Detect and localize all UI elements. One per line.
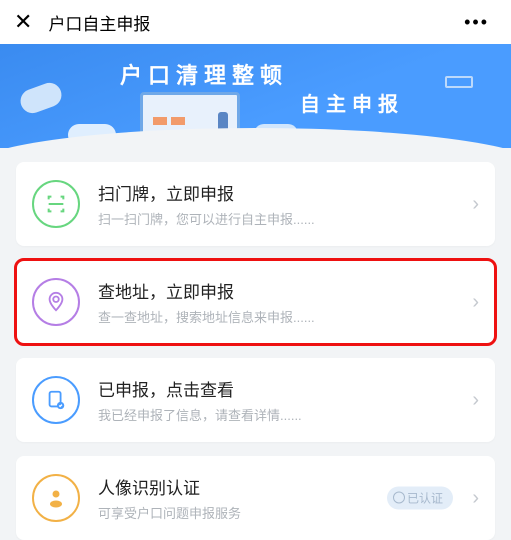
card-reported[interactable]: 已申报，点击查看 我已经申报了信息，请查看详情...... › <box>16 358 495 442</box>
cloud-graphic <box>17 80 65 117</box>
card-search-address[interactable]: 查地址，立即申报 查一查地址，搜索地址信息来申报...... › <box>16 260 495 344</box>
app-header: ✕ 户口自主申报 ••• <box>0 0 511 44</box>
card-face-id[interactable]: 人像识别认证 可享受户口问题申报服务 已认证 › <box>16 456 495 540</box>
card-text: 已申报，点击查看 我已经申报了信息，请查看详情...... <box>98 376 454 424</box>
document-check-icon <box>32 376 80 424</box>
card-scan[interactable]: 扫门牌，立即申报 扫一扫门牌，您可以进行自主申报...... › <box>16 162 495 246</box>
card-text: 扫门牌，立即申报 扫一扫门牌，您可以进行自主申报...... <box>98 180 454 228</box>
dashboard-graphic <box>445 76 473 88</box>
card-title: 查地址，立即申报 <box>98 278 454 303</box>
banner-title-line2: 自主申报 <box>300 88 404 117</box>
chevron-right-icon: › <box>472 389 479 412</box>
card-subtitle: 我已经申报了信息，请查看详情...... <box>98 405 454 424</box>
cloud-graphic <box>254 124 298 144</box>
card-title: 扫门牌，立即申报 <box>98 180 454 205</box>
cloud-graphic <box>68 124 116 146</box>
more-icon[interactable]: ••• <box>464 12 497 33</box>
card-subtitle: 查一查地址，搜索地址信息来申报...... <box>98 307 454 326</box>
chevron-right-icon: › <box>472 487 479 510</box>
chevron-right-icon: › <box>472 291 479 314</box>
card-subtitle: 扫一扫门牌，您可以进行自主申报...... <box>98 209 454 228</box>
close-icon[interactable]: ✕ <box>14 9 32 35</box>
banner: 户口清理整顿 自主申报 <box>0 44 511 148</box>
face-id-icon <box>32 474 80 522</box>
header-left: ✕ 户口自主申报 <box>14 9 150 35</box>
banner-title-line1: 户口清理整顿 <box>120 58 288 90</box>
location-pin-icon <box>32 278 80 326</box>
page-title: 户口自主申报 <box>48 10 150 35</box>
card-list: 扫门牌，立即申报 扫一扫门牌，您可以进行自主申报...... › 查地址，立即申… <box>0 162 511 540</box>
verified-badge: 已认证 <box>387 487 453 510</box>
card-title: 已申报，点击查看 <box>98 376 454 401</box>
person-graphic <box>218 112 228 138</box>
chevron-right-icon: › <box>472 193 479 216</box>
card-text: 查地址，立即申报 查一查地址，搜索地址信息来申报...... <box>98 278 454 326</box>
scan-icon <box>32 180 80 228</box>
